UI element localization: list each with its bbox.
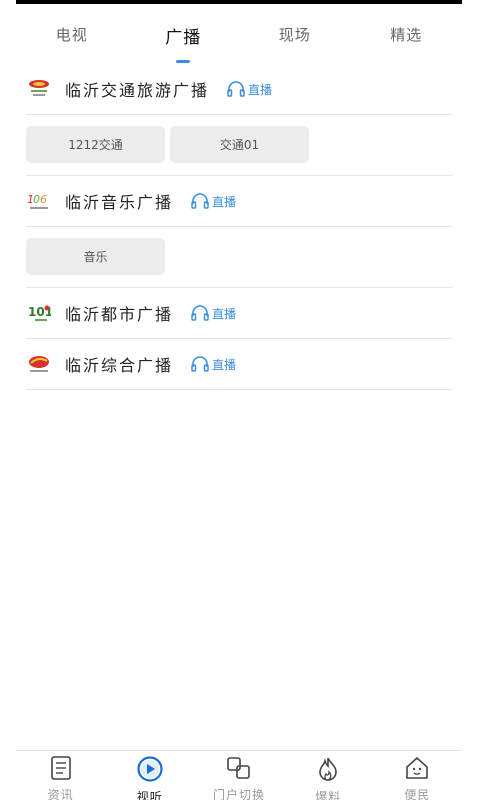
live-label: 直播 [212,194,237,209]
live-label: 直播 [248,82,273,97]
switch-icon [226,756,252,780]
traffic-radio-logo [26,76,52,102]
play-icon [137,756,163,782]
active-tab-indicator [176,60,191,63]
nav-label: 门户切换 [213,788,266,800]
station-list: 临沂交通旅游广播 直播 1212交通 交通01 1 0 6 临沂音乐广播 直播 … [26,64,453,390]
nav-convenience[interactable]: 便民 [373,751,462,800]
live-button[interactable]: 直播 [191,356,236,373]
home-icon [404,756,430,780]
program-chips: 音乐 [26,227,453,288]
nav-news[interactable]: 资讯 [16,751,105,800]
music-radio-logo: 1 0 6 [26,188,52,214]
tab-radio[interactable]: 广播 [128,4,240,64]
svg-text:0: 0 [33,193,40,206]
station-row[interactable]: 101 临沂都市广播 直播 [26,288,453,339]
top-tabs: 电视 广播 现场 精选 [16,4,462,64]
program-chip[interactable]: 音乐 [26,238,165,275]
program-chips: 1212交通 交通01 [26,115,453,176]
urban-radio-logo: 101 [26,300,52,326]
live-label: 直播 [212,357,237,372]
headphones-icon [227,81,245,97]
tab-featured[interactable]: 精选 [351,4,463,64]
headphones-icon [191,356,209,372]
headphones-icon [191,193,209,209]
svg-text:6: 6 [40,193,47,206]
nav-portal-switch[interactable]: 门户切换 [194,751,283,800]
nav-label: 视听 [136,790,163,800]
news-icon [48,756,74,780]
nav-media[interactable]: 视听 [105,751,194,800]
bottom-nav: 资讯 视听 门户切换 爆料 便民 [16,750,462,800]
flame-icon [315,756,341,782]
live-button[interactable]: 直播 [227,81,272,98]
nav-label: 爆料 [315,790,342,800]
station-row[interactable]: 临沂综合广播 直播 [26,339,453,390]
nav-report[interactable]: 爆料 [284,751,373,800]
station-row[interactable]: 临沂交通旅游广播 直播 [26,64,453,115]
station-name: 临沂综合广播 [65,356,174,375]
program-chip[interactable]: 交通01 [170,126,309,163]
station-name: 临沂交通旅游广播 [65,81,210,100]
nav-label: 资讯 [47,788,74,800]
nav-label: 便民 [404,788,431,800]
station-name: 临沂都市广播 [65,305,174,324]
program-chip[interactable]: 1212交通 [26,126,165,163]
live-button[interactable]: 直播 [191,193,236,210]
tab-live-scene[interactable]: 现场 [239,4,351,64]
tab-tv[interactable]: 电视 [16,4,128,64]
station-name: 临沂音乐广播 [65,193,174,212]
general-radio-logo [26,351,52,377]
live-button[interactable]: 直播 [191,305,236,322]
live-label: 直播 [212,306,237,321]
station-row[interactable]: 1 0 6 临沂音乐广播 直播 [26,176,453,227]
headphones-icon [191,305,209,321]
